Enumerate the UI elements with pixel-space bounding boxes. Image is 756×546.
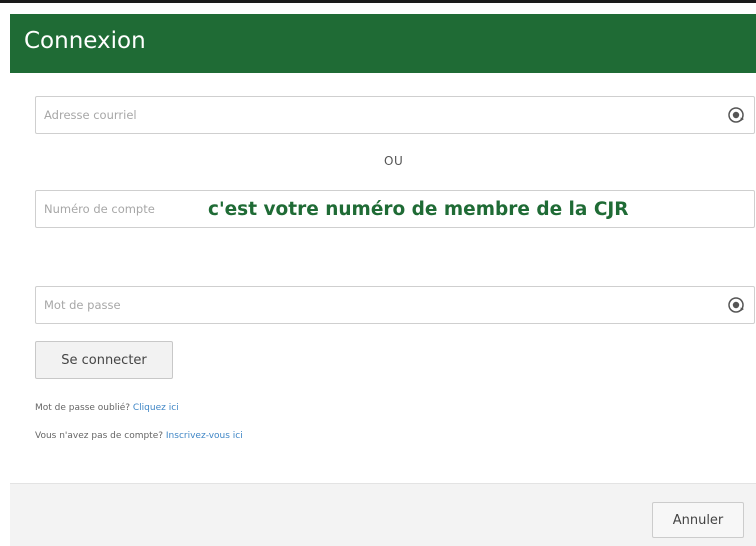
- cancel-button[interactable]: Annuler: [652, 502, 744, 538]
- login-button[interactable]: Se connecter: [35, 341, 173, 379]
- forgot-password-line: Mot de passe oublié? Cliquez ici: [35, 403, 179, 413]
- password-placeholder: Mot de passe: [44, 298, 121, 312]
- key-fill-icon[interactable]: [726, 105, 746, 125]
- dialog-header: Connexion: [10, 14, 756, 73]
- key-fill-icon[interactable]: [726, 295, 746, 315]
- register-link[interactable]: Inscrivez-vous ici: [166, 431, 243, 441]
- account-number-placeholder: Numéro de compte: [44, 202, 155, 216]
- register-line: Vous n'avez pas de compte? Inscrivez-vou…: [35, 431, 243, 441]
- password-field[interactable]: Mot de passe: [35, 286, 755, 324]
- window-top-border: [0, 0, 756, 3]
- dialog-footer: Annuler: [10, 483, 756, 546]
- dialog-body: Adresse courriel OU Numéro de compte Mot…: [10, 73, 756, 483]
- or-separator: OU: [384, 154, 404, 168]
- account-number-hint: c'est votre numéro de membre de la CJR: [208, 199, 629, 220]
- email-placeholder: Adresse courriel: [44, 108, 137, 122]
- forgot-password-text: Mot de passe oublié?: [35, 403, 131, 413]
- no-account-text: Vous n'avez pas de compte?: [35, 431, 164, 441]
- dialog-title: Connexion: [24, 28, 146, 54]
- email-field[interactable]: Adresse courriel: [35, 96, 755, 134]
- forgot-password-link[interactable]: Cliquez ici: [133, 403, 179, 413]
